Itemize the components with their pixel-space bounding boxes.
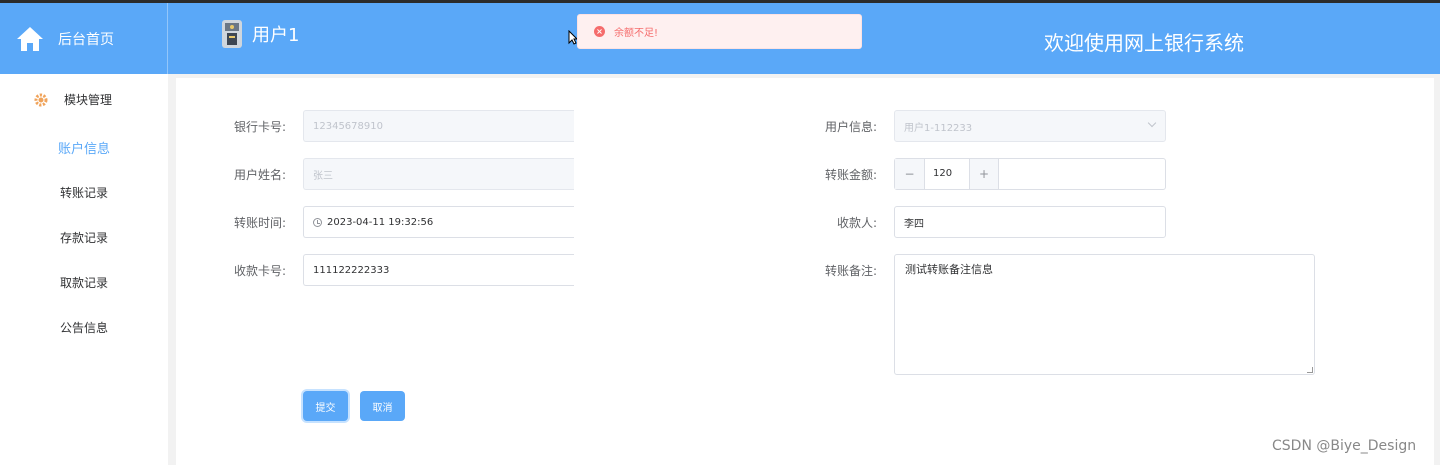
card-no-field: 12345678910: [303, 110, 574, 142]
sidebar-item-account-info[interactable]: 账户信息: [0, 138, 168, 157]
main-form: 银行卡号: 12345678910 用户姓名: 张三 转账时间: 2023-04…: [176, 78, 1434, 465]
gear-icon: [34, 93, 48, 106]
sidebar-item-deposit-records[interactable]: 存款记录: [0, 229, 168, 246]
user-name-field: 张三: [303, 158, 574, 190]
user-info-label: 用户信息:: [824, 120, 877, 134]
error-toast: × 余额不足!: [577, 14, 862, 49]
home-label: 后台首页: [58, 31, 114, 48]
transfer-time-label: 转账时间:: [233, 216, 286, 230]
welcome-title: 欢迎使用网上银行系统: [1044, 31, 1244, 55]
clock-icon: [313, 217, 322, 227]
cancel-button[interactable]: 取消: [360, 391, 405, 421]
user-name: 用户1: [252, 25, 300, 46]
amount-label: 转账金额:: [824, 168, 877, 182]
resize-handle-icon[interactable]: [1307, 367, 1313, 373]
transfer-time-picker[interactable]: 2023-04-11 19:32:56: [303, 206, 574, 238]
remark-value: 测试转账备注信息: [905, 263, 993, 276]
watermark: CSDN @Biye_Design: [1272, 438, 1417, 454]
user-name-label: 用户姓名:: [233, 168, 286, 182]
submit-button[interactable]: 提交: [303, 391, 348, 421]
payee-input[interactable]: 李四: [894, 206, 1166, 238]
sidebar-section-module[interactable]: 模块管理: [34, 91, 112, 108]
decrement-button[interactable]: −: [895, 159, 925, 189]
remark-label: 转账备注:: [824, 264, 877, 278]
sidebar-item-withdraw-records[interactable]: 取款记录: [0, 274, 168, 291]
sidebar-section-label: 模块管理: [64, 93, 113, 107]
user-info[interactable]: 用户1: [218, 18, 299, 50]
user-info-select: 用户1-112233: [894, 110, 1166, 142]
amount-value[interactable]: 120: [933, 168, 952, 179]
toast-message: 余额不足!: [614, 28, 659, 39]
transfer-time-value: 2023-04-11 19:32:56: [327, 216, 434, 228]
chevron-down-icon: [1147, 118, 1157, 128]
remark-textarea[interactable]: 测试转账备注信息: [894, 254, 1315, 375]
payee-card-input[interactable]: 111122222333: [303, 254, 574, 286]
card-no-label: 银行卡号:: [233, 120, 286, 134]
user-info-value: 用户1-112233: [904, 122, 973, 134]
payee-value: 李四: [904, 218, 924, 230]
payee-card-label: 收款卡号:: [233, 264, 286, 278]
payee-label: 收款人:: [836, 216, 877, 230]
user-name-value: 张三: [313, 170, 333, 182]
home-icon: [17, 26, 43, 51]
amount-stepper[interactable]: − 120 +: [894, 158, 1166, 190]
sidebar-item-transfer-records[interactable]: 转账记录: [0, 184, 168, 201]
error-circle-icon: ×: [594, 26, 605, 37]
sidebar-item-notices[interactable]: 公告信息: [0, 319, 168, 336]
card-no-value: 12345678910: [313, 120, 383, 132]
avatar: [222, 20, 242, 48]
home-link[interactable]: 后台首页: [0, 3, 168, 74]
sidebar: 模块管理 账户信息 转账记录 存款记录 取款记录 公告信息: [0, 74, 168, 465]
payee-card-value: 111122222333: [313, 264, 390, 276]
increment-button[interactable]: +: [969, 159, 999, 189]
